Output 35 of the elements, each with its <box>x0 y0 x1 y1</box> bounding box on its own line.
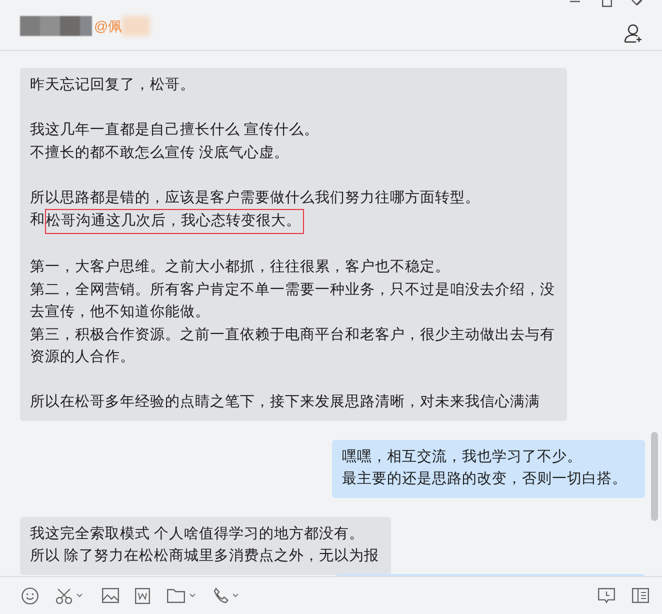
emoji-icon[interactable] <box>21 586 39 604</box>
scrollbar[interactable] <box>651 432 658 521</box>
message-text: 我这完全索取模式 个人啥值得学习的地方都没有。 <box>30 524 364 544</box>
message-text: 所以 除了努力在松松商城里多消费点之外，无以为报 <box>30 546 380 566</box>
maximize-icon[interactable] <box>602 0 612 7</box>
caret-icon[interactable] <box>76 593 83 598</box>
redacted-name <box>20 16 92 36</box>
group-mention: @佩 <box>94 16 122 36</box>
message-text: 所以在松哥多年经验的点睛之笔下，接下来发展思路清晰，对未来我信心满满 <box>30 392 540 412</box>
caret-icon[interactable] <box>232 593 239 598</box>
message-text: 第一，大客户思维。之前大小都抓，往往很累，客户也不稳定。 <box>30 258 450 277</box>
message-text: 第三，积极合作资源。之前一直依赖于电商平台和老客户，很少主动做出去与有 <box>30 326 555 344</box>
message-text: 嘿嘿，相互交流，我也学习了不少。 <box>342 448 582 466</box>
message-text: 不擅长的都不敢怎么宣传 没底气心虚。 <box>30 144 290 162</box>
message-text: 最主要的还是思路的改变，否则一切白搭。 <box>342 470 627 489</box>
message-text: 和 <box>30 211 45 230</box>
message-text: 第二，全网营销。所有客户肯定不单一需要一种业务，只不过是咱没去介绍，没 <box>30 280 555 300</box>
phone-icon[interactable] <box>213 587 229 604</box>
message-text: 所以思路都是错的，应该是客户需要做什么我们努力往哪方面转型。 <box>30 188 480 208</box>
message-text: 去宣传，他不知道你能做。 <box>30 302 210 322</box>
message-text: 资源的人合作。 <box>30 348 135 367</box>
folder-icon[interactable] <box>167 588 185 603</box>
redacted-name <box>122 16 150 36</box>
add-contact-icon[interactable] <box>624 23 644 43</box>
image-icon[interactable] <box>102 588 119 603</box>
document-icon[interactable] <box>135 588 150 604</box>
highlighted-text: 松哥沟通这几次后，我心态转变很大。 <box>45 209 304 234</box>
message-text: 我这几年一直都是自己擅长什么 宣传什么。 <box>30 120 320 140</box>
scissors-icon[interactable] <box>55 586 73 604</box>
close-icon[interactable] <box>631 0 642 6</box>
minimize-icon[interactable] <box>569 0 581 3</box>
chat-history-icon[interactable] <box>598 588 615 604</box>
caret-icon[interactable] <box>189 593 196 598</box>
message-text: 昨天忘记回复了，松哥。 <box>30 76 195 95</box>
sidebar-icon[interactable] <box>632 588 649 603</box>
